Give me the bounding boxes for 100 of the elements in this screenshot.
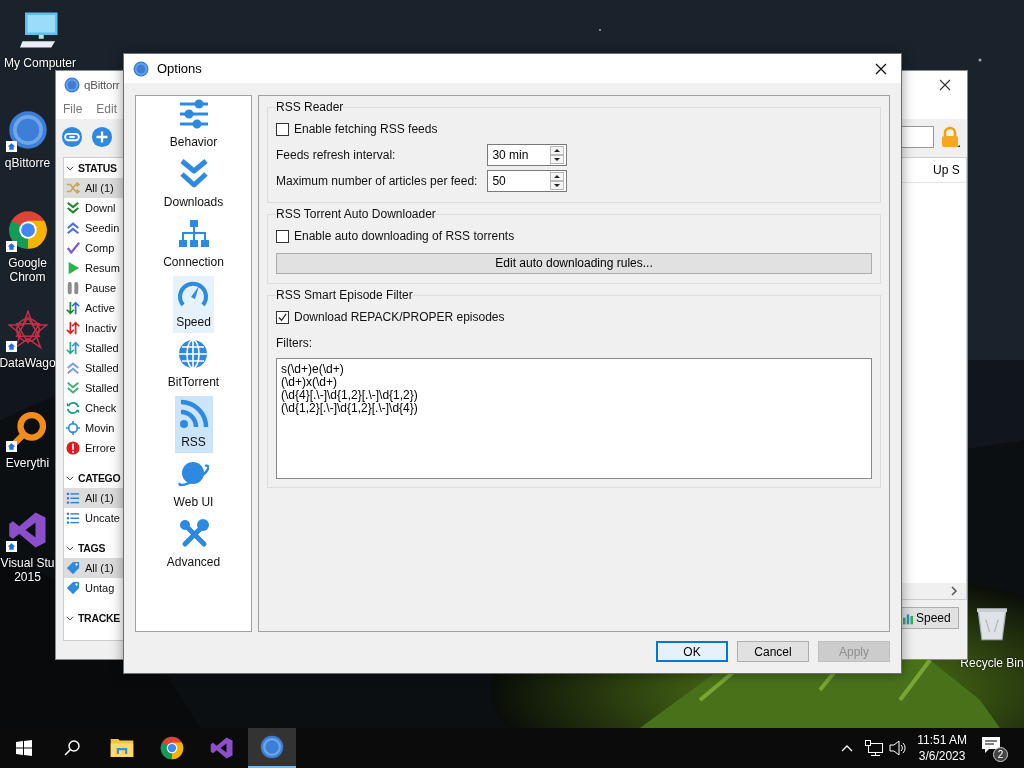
sidebar-item[interactable]: Pause — [64, 278, 124, 298]
dialog-button[interactable]: Cancel — [737, 641, 809, 662]
target-icon — [66, 421, 80, 435]
number-field[interactable]: 30 min — [487, 144, 568, 166]
page-tab[interactable]: Connection — [160, 216, 227, 273]
search-icon — [64, 740, 80, 756]
clock-date: 3/6/2023 — [918, 748, 966, 764]
chevron-down-icon[interactable] — [65, 473, 75, 483]
icon-label: Everythi — [5, 456, 50, 470]
qbittorrent-logo-icon[interactable] — [7, 110, 48, 150]
section-heading: TAGS — [78, 542, 106, 554]
spin-arrows-icon[interactable] — [550, 146, 565, 164]
speaker-icon[interactable] — [889, 740, 908, 756]
spin-arrows-icon[interactable] — [550, 172, 565, 190]
bar-chart-icon — [903, 611, 913, 625]
column-header[interactable]: Up S — [933, 163, 960, 177]
arrows-icon — [66, 301, 80, 315]
globe-icon — [177, 338, 210, 370]
play-icon — [66, 261, 80, 275]
chevron-right-icon[interactable] — [950, 586, 958, 596]
scrollbar[interactable] — [901, 583, 966, 599]
page-tab[interactable]: RSS — [174, 396, 213, 453]
sidebar-item[interactable]: All (1) — [64, 488, 124, 508]
checkbox[interactable] — [276, 229, 289, 243]
chevron-down-icon[interactable] — [65, 163, 75, 173]
sidebar-item[interactable]: Errore — [64, 438, 124, 458]
sidebar-item[interactable]: Inactiv — [64, 318, 124, 338]
sidebar-item[interactable]: All (1) — [64, 178, 124, 198]
search-field[interactable] — [901, 126, 934, 148]
rss-icon — [177, 398, 210, 430]
sidebar-item[interactable]: All (1) — [64, 558, 124, 578]
tag-icon — [66, 561, 80, 575]
arrows-icon — [66, 321, 80, 335]
checkbox[interactable] — [276, 122, 289, 136]
page-tab[interactable]: Speed — [173, 276, 214, 333]
checkbox[interactable] — [276, 310, 289, 324]
icon-label: My Computer — [4, 56, 76, 70]
tag-icon — [66, 581, 80, 595]
chevron-down-icon[interactable] — [65, 543, 75, 553]
number-field[interactable]: 50 — [487, 170, 568, 192]
sidebar-item[interactable]: Comp — [64, 238, 124, 258]
sidebar-item[interactable]: Stalled — [64, 358, 124, 378]
menu-item[interactable]: Edit — [96, 102, 118, 116]
field-label: Maximum number of articles per feed: — [276, 174, 478, 188]
checkbox-label: Enable fetching RSS feeds — [294, 122, 438, 136]
notification-count: 2 — [993, 747, 1008, 762]
page-tab[interactable]: Advanced — [163, 516, 224, 573]
checkmark-icon — [66, 241, 80, 255]
page-tab[interactable]: Behavior — [166, 96, 221, 153]
dialog-button: Apply — [818, 641, 890, 662]
tools-icon — [177, 518, 210, 550]
filters-field[interactable]: s(\d+)e(\d+) (\d+)x(\d+) (\d{4}[.\-]\d{1,2}[.\-]\d{1,2}) (\d{1,2}[.\-]\d{1,2}[.\-]\d{4}) — [276, 358, 872, 479]
close-icon[interactable] — [875, 62, 887, 75]
sidebar-item[interactable]: Movin — [64, 418, 124, 438]
dialog-button[interactable]: OK — [656, 641, 728, 662]
sidebar-item[interactable]: Check — [64, 398, 124, 418]
menu-item[interactable]: File — [63, 102, 83, 116]
clock[interactable]: 11:51 AM 3/6/2023 — [917, 732, 967, 764]
windows-logo-icon — [16, 740, 32, 756]
taskbar-app[interactable] — [248, 728, 296, 768]
edit-rules-button[interactable]: Edit auto downloading rules... — [276, 252, 872, 274]
visual-studio-logo-icon — [210, 736, 234, 760]
chevron-up-icon[interactable] — [841, 744, 854, 752]
chevrons-up-icon — [66, 221, 80, 235]
field-label: Filters: — [276, 336, 312, 350]
field-label: Feeds refresh interval: — [276, 148, 397, 162]
computer-icon[interactable] — [20, 10, 60, 50]
chevrons-down-icon — [66, 381, 80, 395]
chevron-down-icon[interactable] — [65, 613, 75, 623]
chevrons-down-icon — [66, 201, 80, 215]
folder-icon — [110, 736, 134, 760]
sidebar-item[interactable]: Downl — [64, 198, 124, 218]
page-tab[interactable]: Downloads — [160, 156, 227, 213]
speed-button[interactable]: Speed — [901, 607, 959, 629]
group-title: RSS Torrent Auto Downloader — [276, 207, 436, 221]
sidebar-item[interactable]: Stalled — [64, 338, 124, 358]
sidebar-item[interactable]: Untag — [64, 578, 124, 598]
chrome-logo-icon — [160, 736, 184, 760]
add-icon[interactable] — [91, 126, 113, 148]
sidebar-item[interactable]: Uncate — [64, 508, 124, 528]
error-icon — [66, 441, 80, 455]
chrome-logo-icon[interactable] — [7, 210, 48, 250]
sidebar-item[interactable]: Seedin — [64, 218, 124, 238]
icon-label: Visual Stu — [0, 556, 55, 570]
icon-label: DataWago — [0, 356, 55, 370]
close-icon[interactable] — [939, 79, 951, 91]
network-icon[interactable] — [865, 740, 884, 756]
qbittorrent-logo-icon — [64, 77, 80, 93]
link-icon[interactable] — [61, 126, 83, 148]
dialog-title: Options — [157, 61, 202, 76]
page-tab[interactable]: Web UI — [170, 456, 217, 513]
sidebar-item[interactable]: Stalled — [64, 378, 124, 398]
sidebar-item[interactable]: Active — [64, 298, 124, 318]
star-pattern-icon[interactable] — [7, 310, 48, 350]
group-title: RSS Smart Episode Filter — [276, 288, 413, 302]
visual-studio-logo-icon[interactable] — [7, 510, 48, 550]
page-tab[interactable]: BitTorrent — [164, 336, 223, 393]
network-tree-icon — [177, 218, 210, 250]
sidebar-item[interactable]: Resum — [64, 258, 124, 278]
group-title: RSS Reader — [276, 100, 344, 114]
